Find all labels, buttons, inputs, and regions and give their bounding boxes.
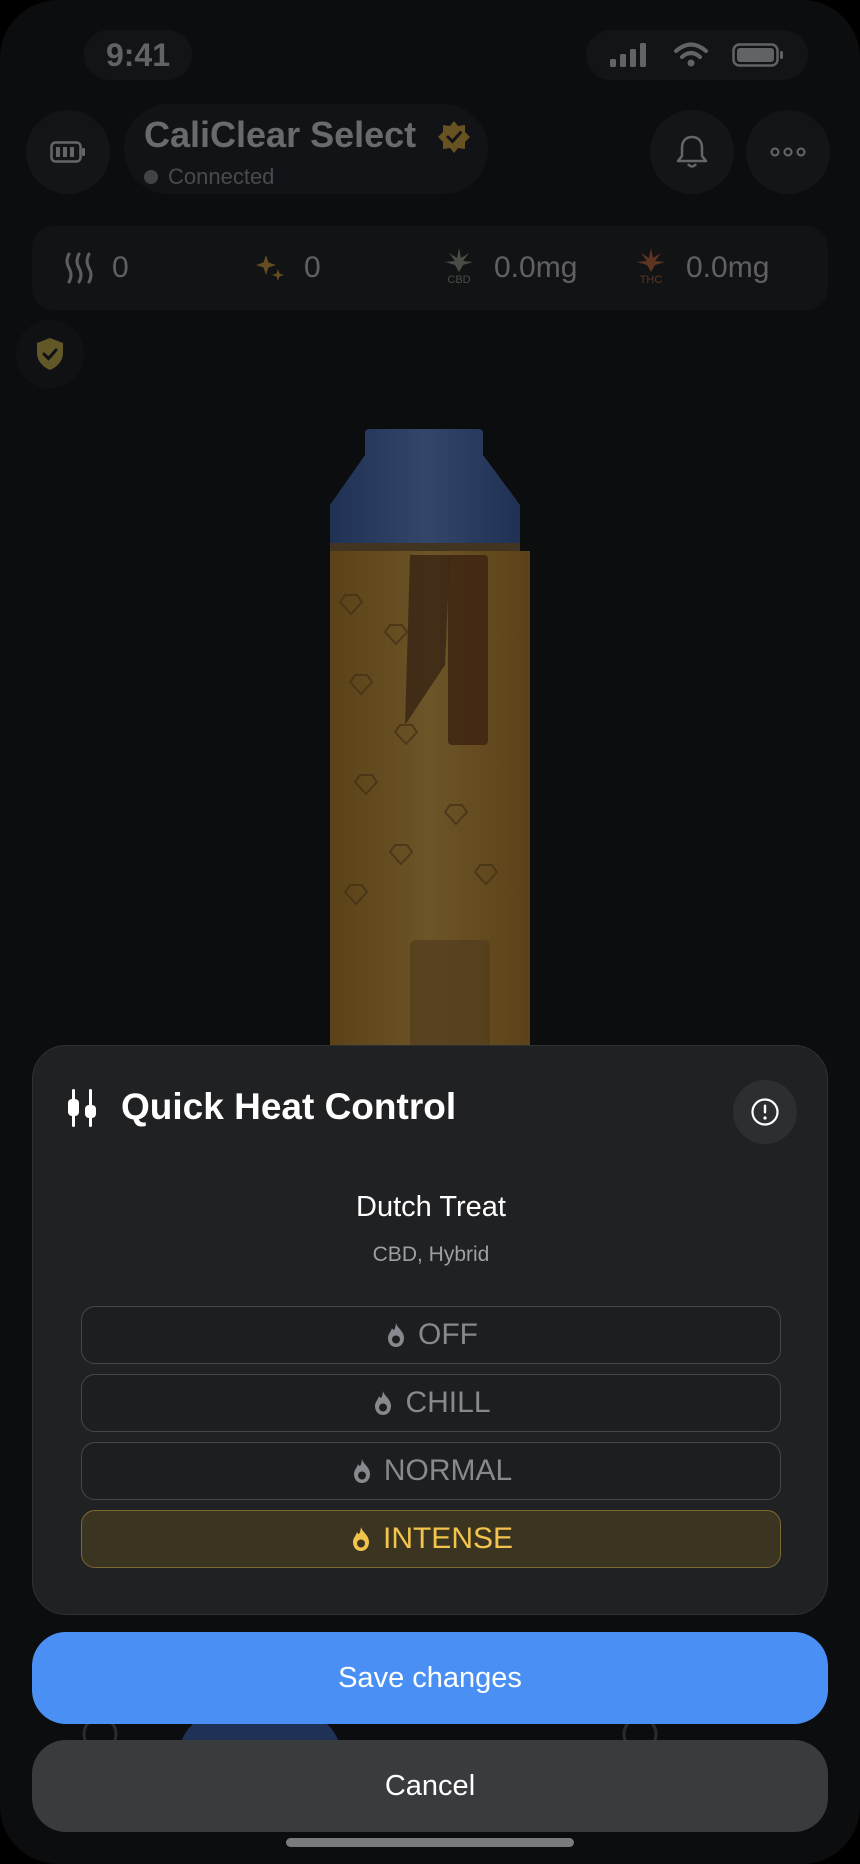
connection-status-label: Connected	[168, 164, 275, 189]
vape-device-image	[330, 429, 530, 1065]
heat-waves-icon	[65, 252, 93, 284]
status-bar: 9:41	[0, 0, 860, 110]
heat-option-label: NORMAL	[383, 1454, 513, 1487]
strain-name: Dutch Treat	[356, 1191, 506, 1223]
notifications-button[interactable]	[650, 110, 734, 194]
flame-icon	[388, 1323, 404, 1347]
verified-badge-icon	[438, 121, 470, 153]
home-indicator	[286, 1838, 574, 1847]
stat-sessions: 0	[256, 226, 321, 310]
info-icon	[751, 1098, 779, 1126]
heat-option-label: CHILL	[405, 1386, 491, 1419]
signal-icon	[610, 43, 646, 67]
cancel-button[interactable]: Cancel	[32, 1740, 828, 1832]
heat-option-normal[interactable]: NORMAL	[81, 1442, 781, 1500]
device-name: CaliClear Select	[144, 114, 417, 155]
connection-dot	[144, 170, 158, 184]
thc-leaf-icon: THC	[634, 248, 668, 288]
phone-screen: 9:41 CaliClear Select Connected 0 0 CBD …	[0, 0, 860, 1864]
cbd-label: CBD	[447, 274, 471, 286]
bell-icon	[676, 135, 708, 168]
strain-type: CBD, Hybrid	[372, 1243, 490, 1266]
sliders-icon	[68, 1089, 96, 1127]
stat-value: 0.0mg	[494, 251, 578, 284]
battery-status-icon	[732, 43, 783, 67]
stat-cbd: CBD 0.0mg	[442, 226, 577, 310]
flame-icon	[352, 1527, 369, 1551]
flame-icon	[375, 1391, 392, 1415]
sparkle-icon	[256, 255, 284, 281]
wifi-icon	[674, 42, 708, 67]
thc-label: THC	[639, 274, 663, 286]
more-options-button[interactable]	[746, 110, 830, 194]
more-icon	[770, 147, 806, 157]
stat-puffs: 0	[64, 226, 129, 310]
heat-option-label: INTENSE	[382, 1522, 514, 1555]
sheet-title: Quick Heat Control	[121, 1086, 457, 1127]
info-button[interactable]	[733, 1080, 797, 1144]
flame-icon	[353, 1459, 370, 1483]
stats-bar: 0 0 CBD 0.0mg THC 0.0mg	[32, 226, 828, 310]
protection-button[interactable]	[16, 320, 84, 388]
heat-option-chill[interactable]: CHILL	[81, 1374, 781, 1432]
connection-status: Connected	[144, 164, 274, 190]
save-changes-button[interactable]: Save changes	[32, 1632, 828, 1724]
cbd-leaf-icon: CBD	[442, 248, 476, 288]
stat-value: 0	[112, 251, 129, 284]
heat-option-intense[interactable]: INTENSE	[81, 1510, 781, 1568]
battery-icon	[50, 141, 85, 163]
stat-value: 0	[304, 251, 321, 284]
battery-button[interactable]	[26, 110, 110, 194]
status-time: 9:41	[84, 30, 192, 80]
stat-thc: THC 0.0mg	[634, 226, 769, 310]
shield-check-icon	[37, 338, 63, 370]
quick-heat-control-sheet: Quick Heat Control Dutch Treat CBD, Hybr…	[32, 1045, 828, 1615]
stat-value: 0.0mg	[686, 251, 770, 284]
status-icons	[586, 30, 808, 80]
heat-option-off[interactable]: OFF	[81, 1306, 781, 1364]
heat-option-label: OFF	[418, 1318, 478, 1351]
